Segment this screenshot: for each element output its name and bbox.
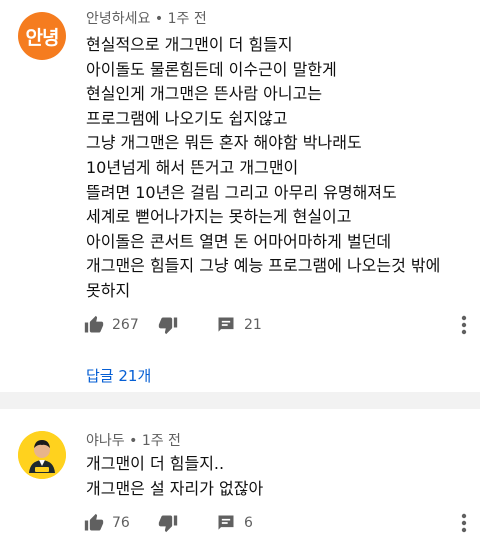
comment-line: 아이돌은 콘서트 열면 돈 어마어마하게 벌던데 [86,231,392,251]
comment-line: 세계로 뻗어나가지는 못하는게 현실이고 [86,207,352,227]
like-count: 267 [112,317,139,333]
comment-line: 개그맨이 더 힘들지.. [86,454,225,473]
comment-line: 못하지 [86,280,131,300]
comment-line: 개그맨은 설 자리가 없잖아 [86,478,264,498]
comment-time[interactable]: 1주 전 [168,11,207,27]
like-button[interactable]: 76 [84,508,130,538]
comment-line: 개그맨은 힘들지 그냥 예능 프로그램에 나오는것 밖에 [86,256,441,276]
thumb-down-icon [158,317,178,335]
more-vert-icon [461,315,467,335]
avatar[interactable]: 안녕 [18,12,66,60]
comment-time[interactable]: 1주 전 [142,433,181,449]
avatar-text: 안녕 [25,26,60,49]
reply-button[interactable]: 6 [216,508,253,538]
like-button[interactable]: 267 [84,310,139,340]
meta-separator: • [129,433,138,449]
comment-icon [218,317,234,332]
comment-line: 프로그램에 나오기도 쉽지않고 [86,108,288,128]
comment-line: 뜰려면 10년은 걸림 그리고 아무리 유명해져도 [86,182,397,202]
thumb-up-icon [84,513,104,531]
reply-count: 6 [244,515,253,531]
view-replies-link[interactable]: 답글 21개 [86,365,151,386]
comment-text: 개그맨이 더 힘들지.. 개그맨은 설 자리가 없잖아 [86,452,466,501]
dislike-button[interactable] [158,508,178,538]
comment-actions: 267 21 [84,310,480,340]
comment-icon [218,515,234,530]
comment: 안녕 안녕하세요 • 1주 전 현실적으로 개그맨이 더 힘들지 아이돌도 물론… [0,0,480,392]
more-options-button[interactable] [454,508,474,538]
author-name[interactable]: 안녕하세요 [86,11,150,27]
comment-text: 현실적으로 개그맨이 더 힘들지 아이돌도 물론힘든데 이수근이 말한게 현실인… [86,33,466,304]
comment-line: 아이돌도 물론힘든데 이수근이 말한게 [86,59,337,79]
reply-count: 21 [244,317,262,333]
avatar-person-image [18,431,66,479]
more-options-button[interactable] [454,310,474,340]
comment-line: 10년넘게 해서 뜬거고 개그맨이 [86,157,299,177]
comment-line: 현실인게 개그맨은 뜬사람 아니고는 [86,84,323,104]
meta-separator: • [154,11,164,27]
reply-button[interactable]: 21 [216,310,262,340]
more-vert-icon [461,513,467,533]
avatar[interactable] [18,431,66,479]
comment-line: 그냥 개그맨은 뭐든 혼자 해야함 박나래도 [86,133,362,153]
comment-meta: 안녕하세요 • 1주 전 [86,8,207,28]
thumb-down-icon [158,515,178,533]
author-name[interactable]: 야나두 [86,433,125,449]
dislike-button[interactable] [158,310,178,340]
comment: 야나두 • 1주 전 개그맨이 더 힘들지.. 개그맨은 설 자리가 없잖아 7… [0,409,480,546]
like-count: 76 [112,515,130,531]
thumb-up-icon [84,315,104,333]
comment-actions: 76 6 [84,508,480,538]
comment-meta: 야나두 • 1주 전 [86,430,181,450]
comment-line: 현실적으로 개그맨이 더 힘들지 [86,35,293,54]
comment-divider [0,392,480,409]
